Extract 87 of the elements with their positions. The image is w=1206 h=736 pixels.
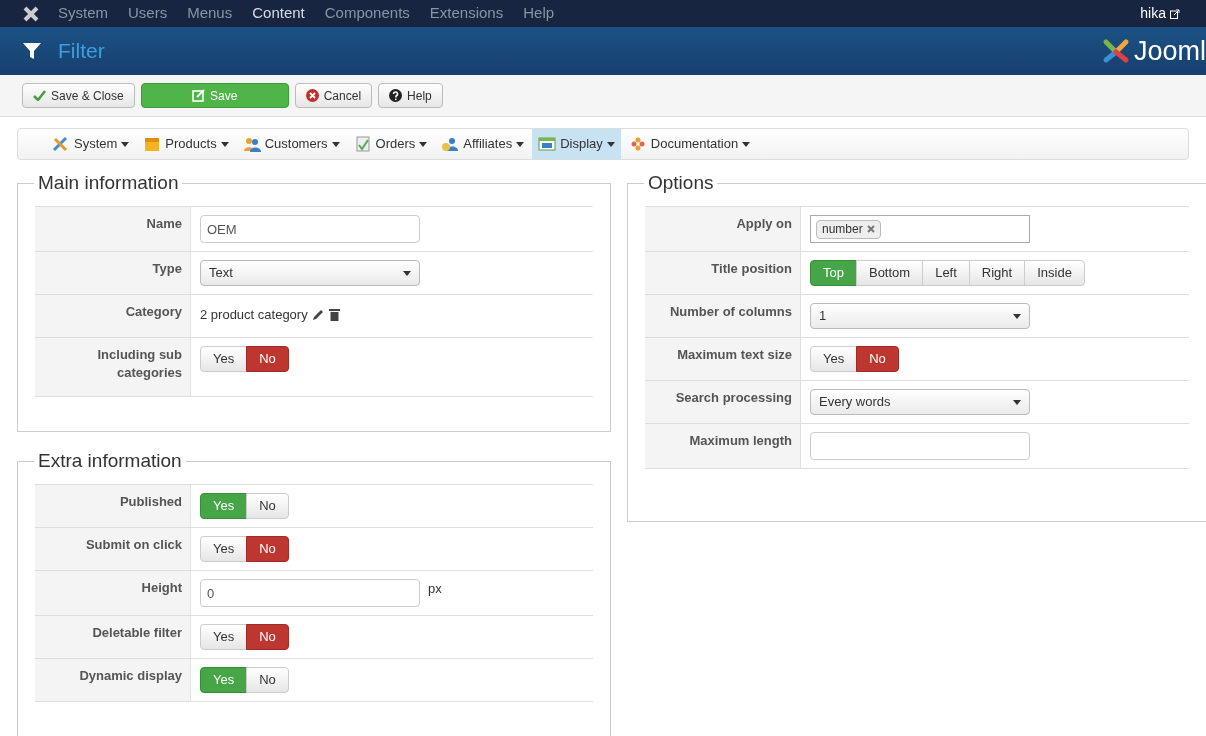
tag-text: number <box>822 221 863 238</box>
field-label: Maximum length <box>645 424 801 468</box>
box-icon <box>143 136 162 152</box>
remove-icon[interactable] <box>866 225 875 233</box>
field-label: Type <box>35 252 191 294</box>
field-label: Title position <box>645 252 801 294</box>
check-icon <box>33 90 46 101</box>
toolbar-button[interactable]: Help <box>378 83 443 108</box>
joomla-logo-icon <box>1100 36 1131 66</box>
cancel-icon <box>305 89 319 102</box>
submenu-item[interactable]: Affiliates <box>435 129 531 159</box>
top-menu-item[interactable]: Help <box>523 2 555 25</box>
top-menu-item[interactable]: Extensions <box>429 2 504 25</box>
category-text: 2 product category <box>200 306 308 324</box>
field-label: Maximum text size <box>645 338 801 380</box>
field-label: Apply on <box>645 207 801 251</box>
help-icon <box>389 89 403 102</box>
caret-icon <box>121 141 130 147</box>
text-field[interactable]: 0 <box>200 579 420 607</box>
option-button[interactable]: Bottom <box>855 260 924 286</box>
tag-chip[interactable]: number <box>816 219 881 239</box>
field-label: Height <box>35 571 191 615</box>
caret-icon <box>606 141 615 147</box>
users-coin-icon <box>441 136 460 152</box>
caret-icon <box>742 141 751 147</box>
top-menu-item[interactable]: System <box>58 2 108 25</box>
select-dropdown[interactable]: Every words <box>810 389 1030 415</box>
logo-text: Jooml <box>1133 37 1206 65</box>
submenu-item[interactable]: Display <box>532 129 621 159</box>
field-label: Submit on click <box>35 528 191 570</box>
top-menu-item[interactable]: Components <box>324 2 410 25</box>
submenu-item[interactable]: Orders <box>347 129 434 159</box>
field-label: Category <box>35 295 191 337</box>
top-menu-item[interactable]: Content <box>252 2 305 25</box>
top-menu-item[interactable]: Users <box>128 2 168 25</box>
caret-icon <box>516 141 525 147</box>
document-icon <box>353 136 372 152</box>
option-button[interactable]: No <box>246 346 289 372</box>
option-button[interactable]: Yes <box>200 624 248 650</box>
caret-icon <box>331 141 340 147</box>
option-button[interactable]: Yes <box>200 536 248 562</box>
user-link[interactable]: hika <box>1140 3 1166 24</box>
field-label: Name <box>35 207 191 251</box>
field-label: Dynamic display <box>35 659 191 701</box>
top-menu-item[interactable]: Menus <box>187 2 233 25</box>
tools-icon <box>52 136 70 152</box>
field-label: Search processing <box>645 381 801 423</box>
window-icon <box>538 136 557 152</box>
option-button[interactable]: No <box>246 624 289 650</box>
field-label: Deletable filter <box>35 616 191 658</box>
caret-icon <box>419 141 428 147</box>
option-button[interactable]: No <box>246 667 289 693</box>
option-button[interactable]: Right <box>968 260 1026 286</box>
option-button[interactable]: No <box>246 493 289 519</box>
option-button[interactable]: No <box>246 536 289 562</box>
option-button[interactable]: Yes <box>200 346 248 372</box>
edit-icon <box>192 89 205 102</box>
joomla-icon[interactable] <box>22 4 40 23</box>
users-icon <box>242 136 261 152</box>
page-title: Filter <box>58 38 105 65</box>
trash-icon[interactable] <box>328 308 340 322</box>
text-field[interactable] <box>810 432 1030 460</box>
external-link-icon[interactable] <box>1170 8 1180 19</box>
select-dropdown[interactable]: 1 <box>810 303 1030 329</box>
caret-icon <box>220 141 229 147</box>
option-button[interactable]: Left <box>922 260 970 286</box>
field-label: Published <box>35 485 191 527</box>
submenu-item[interactable]: System <box>46 129 136 159</box>
option-button[interactable]: Yes <box>810 346 858 372</box>
pencil-icon[interactable] <box>311 308 325 322</box>
field-label: Including sub categories <box>35 338 191 396</box>
option-button[interactable]: Inside <box>1024 260 1085 286</box>
filter-icon <box>22 41 42 61</box>
caret-icon <box>1013 313 1021 319</box>
option-button[interactable]: No <box>856 346 899 372</box>
caret-icon <box>1013 399 1021 405</box>
submenu-item[interactable]: Documentation <box>622 129 757 159</box>
submenu-item[interactable]: Customers <box>236 129 346 159</box>
text-field[interactable]: OEM <box>200 215 420 243</box>
toolbar-button[interactable]: Cancel <box>294 83 373 108</box>
field-label: Number of columns <box>645 295 801 337</box>
tags-field[interactable]: number <box>810 215 1030 243</box>
caret-icon <box>403 270 411 276</box>
submenu-item[interactable]: Products <box>137 129 235 159</box>
select-dropdown[interactable]: Text <box>200 260 420 286</box>
unit-label: px <box>428 580 442 598</box>
toolbar-button[interactable]: Save & Close <box>22 83 135 108</box>
